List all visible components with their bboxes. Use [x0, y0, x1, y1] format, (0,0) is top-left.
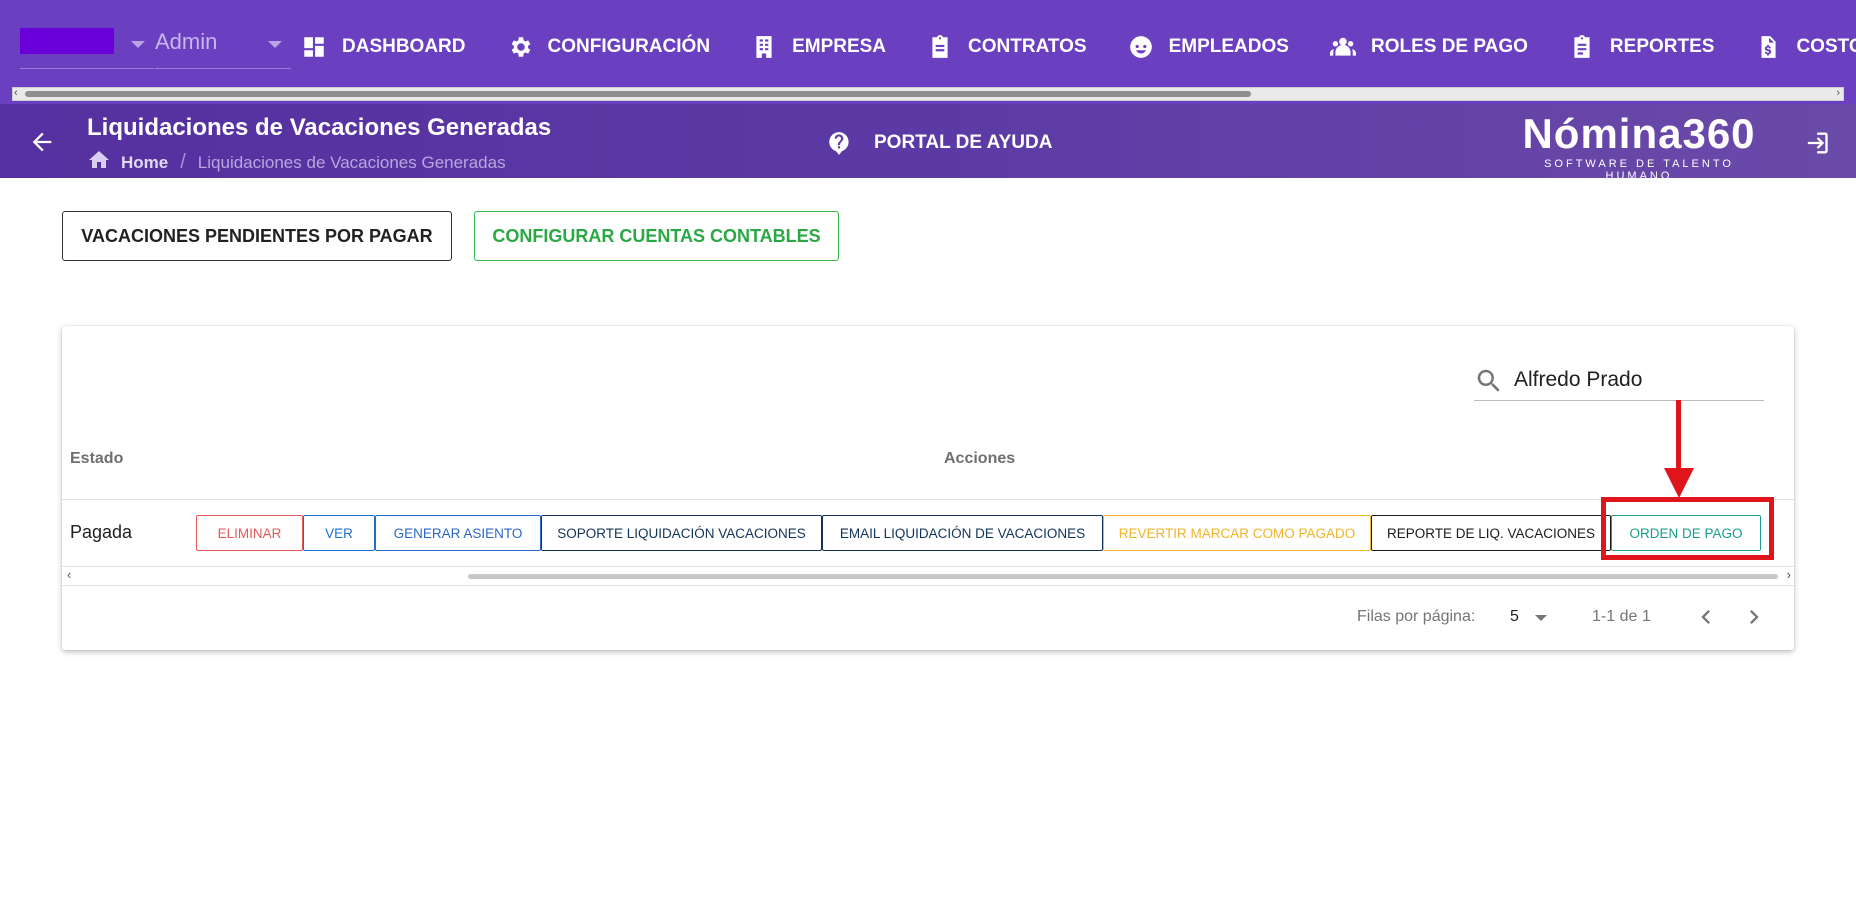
column-header-acciones: Acciones — [944, 450, 1016, 467]
soporte-liquidacion-button[interactable]: SOPORTE LIQUIDACIÓN VACACIONES — [541, 515, 822, 551]
home-icon[interactable] — [87, 148, 111, 177]
row-divider — [62, 566, 1794, 567]
reporte-liq-vacaciones-button[interactable]: REPORTE DE LIQ. VACACIONES — [1371, 515, 1611, 551]
scroll-left-arrow-icon[interactable]: ‹ — [14, 87, 18, 99]
scrollbar-thumb[interactable] — [25, 91, 1251, 97]
cell-estado: Pagada — [70, 522, 133, 542]
breadcrumb-current: Liquidaciones de Vacaciones Generadas — [197, 152, 506, 172]
scroll-left-arrow-icon[interactable]: ‹ — [67, 567, 71, 582]
configure-accounts-button[interactable]: CONFIGURAR CUENTAS CONTABLES — [474, 211, 839, 261]
nav-item-label: COSTOS — [1796, 36, 1856, 57]
gear-icon — [506, 33, 534, 61]
company-selector-underline — [20, 68, 154, 69]
help-portal-link[interactable]: PORTAL DE AYUDA — [826, 130, 1052, 156]
search-icon — [1477, 369, 1500, 392]
role-dropdown-chevron-icon[interactable] — [268, 41, 282, 48]
group-icon — [1329, 33, 1357, 61]
rows-per-page-select[interactable]: 5 — [1510, 608, 1519, 626]
help-circle-icon — [829, 132, 849, 155]
face-icon — [1127, 33, 1155, 61]
back-arrow-icon[interactable] — [28, 128, 56, 156]
nomina360-logo: Nómina360 SOFTWARE DE TALENTO HUMANO — [1514, 110, 1764, 183]
nav-item-empresa[interactable]: EMPRESA — [750, 33, 886, 61]
ver-button[interactable]: VER — [303, 515, 375, 551]
nav-item-contratos[interactable]: CONTRATOS — [926, 33, 1087, 61]
logout-icon[interactable] — [1802, 129, 1830, 157]
pagination-range: 1-1 de 1 — [1592, 608, 1651, 625]
scroll-right-arrow-icon[interactable]: › — [1787, 567, 1791, 582]
liquidations-table-card: Estado Acciones Pagada ELIMINAR VER GENE… — [62, 326, 1794, 650]
help-portal-label: PORTAL DE AYUDA — [874, 132, 1053, 153]
scrollbar-thumb[interactable] — [468, 574, 1778, 579]
company-dropdown-chevron-icon[interactable] — [131, 41, 145, 48]
nav-item-label: ROLES DE PAGO — [1370, 36, 1528, 57]
clipboard-list-icon — [1568, 33, 1596, 61]
rows-per-page-label: Filas por página: — [1357, 608, 1476, 625]
table-pagination: Filas por página: 5 1-1 de 1 — [62, 596, 1794, 636]
clipboard-icon — [926, 33, 954, 61]
column-header-estado[interactable]: Estado — [70, 450, 123, 468]
nav-item-empleados[interactable]: EMPLEADOS — [1127, 33, 1289, 61]
annotation-arrow-head — [1664, 468, 1694, 498]
nav-item-dashboard[interactable]: DASHBOARD — [300, 33, 466, 61]
nav-item-label: DASHBOARD — [342, 36, 466, 57]
top-navigation-bar: Admin DASHBOARD CONFIGURACIÓN EMPRESA CO… — [0, 0, 1856, 104]
next-page-chevron-right-icon[interactable] — [1740, 603, 1768, 631]
breadcrumb-separator: / — [180, 151, 186, 173]
logo-wordmark: Nómina360 — [1522, 110, 1756, 157]
table-horizontal-scrollbar[interactable]: ‹ › — [62, 567, 1794, 583]
nav-item-roles-de-pago[interactable]: ROLES DE PAGO — [1329, 33, 1528, 61]
search-input[interactable] — [1512, 362, 1762, 398]
annotation-arrow-shaft — [1676, 400, 1681, 474]
annotation-highlight-box — [1601, 497, 1774, 560]
nav-item-label: CONFIGURACIÓN — [547, 36, 711, 57]
nav-item-costos[interactable]: COSTOS — [1754, 33, 1856, 61]
nav-item-label: REPORTES — [1609, 36, 1715, 57]
nav-horizontal-scrollbar[interactable]: ‹ › — [12, 87, 1844, 101]
company-selector[interactable] — [20, 28, 114, 54]
role-selector[interactable]: Admin — [155, 29, 217, 55]
rows-per-page-chevron-down-icon[interactable] — [1535, 615, 1547, 621]
prev-page-chevron-left-icon[interactable] — [1692, 603, 1720, 631]
nav-item-label: EMPLEADOS — [1168, 36, 1289, 57]
scroll-right-arrow-icon[interactable]: › — [1836, 87, 1840, 99]
row-actions: ELIMINAR VER GENERAR ASIENTO SOPORTE LIQ… — [196, 515, 1761, 551]
page-header: Liquidaciones de Vacaciones Generadas Ho… — [0, 104, 1856, 182]
revertir-pagado-button[interactable]: REVERTIR MARCAR COMO PAGADO — [1103, 515, 1371, 551]
building-icon — [750, 33, 778, 61]
main-menu: DASHBOARD CONFIGURACIÓN EMPRESA CONTRATO… — [300, 22, 1856, 72]
nav-item-label: CONTRATOS — [968, 36, 1087, 57]
generar-asiento-button[interactable]: GENERAR ASIENTO — [375, 515, 541, 551]
search-field[interactable] — [1474, 360, 1764, 401]
role-selector-underline — [155, 68, 291, 69]
header-divider — [62, 499, 1794, 500]
email-liquidacion-button[interactable]: EMAIL LIQUIDACIÓN DE VACACIONES — [822, 515, 1103, 551]
page-title: Liquidaciones de Vacaciones Generadas — [87, 114, 552, 141]
footer-divider — [62, 585, 1794, 586]
nav-item-label: EMPRESA — [792, 36, 887, 57]
dashboard-icon — [300, 33, 328, 61]
breadcrumb: Home / Liquidaciones de Vacaciones Gener… — [87, 148, 506, 177]
eliminar-button[interactable]: ELIMINAR — [196, 515, 303, 551]
logo-tagline: SOFTWARE DE TALENTO HUMANO — [1544, 158, 1734, 182]
breadcrumb-home-link[interactable]: Home — [121, 153, 168, 173]
nav-item-reportes[interactable]: REPORTES — [1568, 33, 1715, 61]
nav-item-configuracion[interactable]: CONFIGURACIÓN — [506, 33, 711, 61]
file-dollar-icon — [1754, 33, 1782, 61]
pending-vacations-button[interactable]: VACACIONES PENDIENTES POR PAGAR — [62, 211, 452, 261]
